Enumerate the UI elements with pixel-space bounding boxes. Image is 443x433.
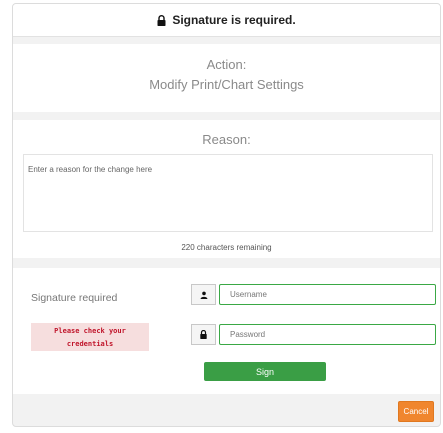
reason-label: Reason: xyxy=(202,132,251,147)
action-value: Modify Print/Chart Settings xyxy=(149,77,304,92)
dialog-header: Signature is required. xyxy=(13,4,440,37)
lock-icon xyxy=(157,14,166,26)
dialog-title: Signature is required. xyxy=(172,13,296,27)
reason-section: Reason: 220 characters remaining xyxy=(13,120,440,258)
username-input[interactable] xyxy=(219,284,436,305)
sign-button[interactable]: Sign xyxy=(204,362,326,381)
password-input[interactable] xyxy=(219,324,436,345)
action-label: Action: xyxy=(206,57,247,72)
username-field-group xyxy=(191,284,436,305)
cancel-button[interactable]: Cancel xyxy=(398,401,434,422)
user-icon xyxy=(191,284,216,305)
error-line-2: credentials xyxy=(66,340,114,348)
characters-remaining: 220 characters remaining xyxy=(181,243,272,252)
password-field-group xyxy=(191,324,436,345)
signature-section: Signature required Please check your cre… xyxy=(13,268,440,394)
signature-required-label: Signature required xyxy=(31,292,118,304)
lock-icon xyxy=(191,324,216,345)
credentials-error-message: Please check your credentials xyxy=(31,323,149,351)
reason-textarea[interactable] xyxy=(23,154,433,232)
error-line-1: Please check your xyxy=(54,327,126,335)
signature-dialog: Signature is required. Action: Modify Pr… xyxy=(12,3,441,427)
action-section: Action: Modify Print/Chart Settings xyxy=(13,44,440,112)
